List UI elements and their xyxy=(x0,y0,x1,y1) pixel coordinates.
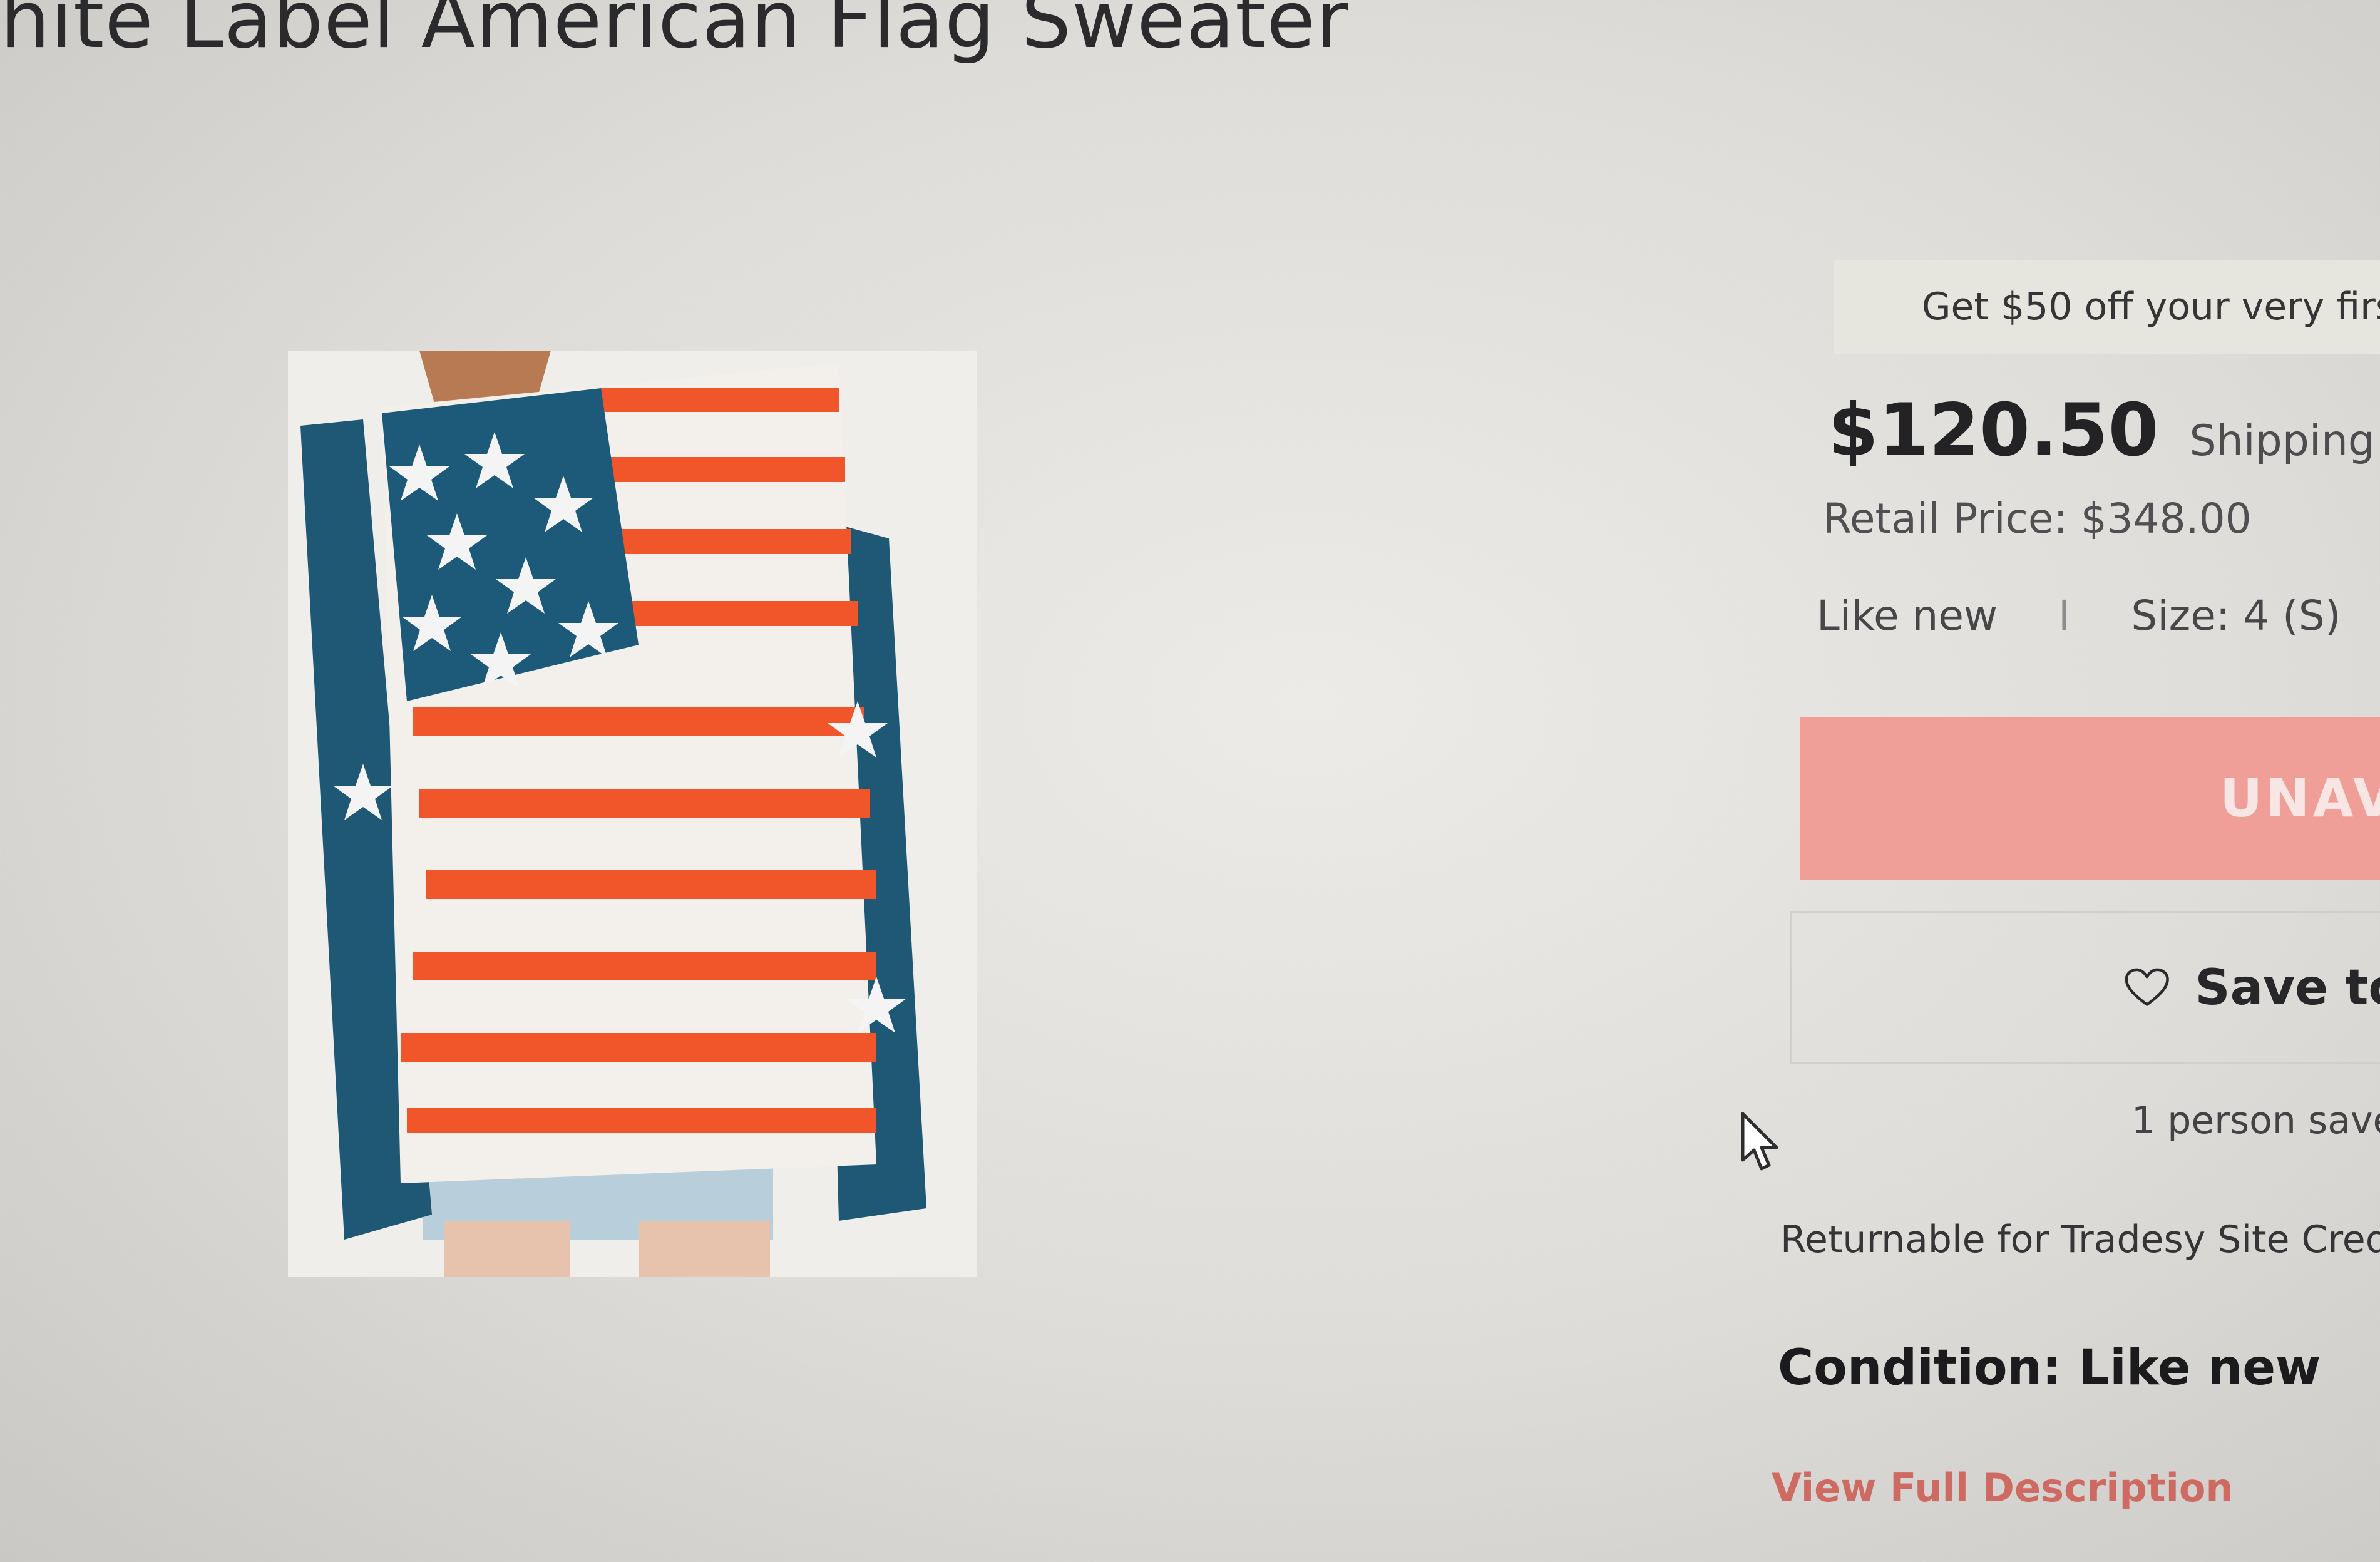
save-button-label: Save to xyxy=(2195,959,2380,1016)
price-row: $120.50 Shipping Inc xyxy=(1828,388,2380,473)
view-full-description-link[interactable]: View Full Description xyxy=(1772,1465,2234,1511)
saves-count: 1 person save xyxy=(2131,1099,2380,1143)
product-image[interactable] xyxy=(288,351,977,1277)
condition-size-row: Like new I Size: 4 (S) xyxy=(1817,592,2341,640)
sweater-photo xyxy=(288,351,977,1277)
size-label: Size: 4 (S) xyxy=(2131,592,2341,640)
product-title: hite Label American Flag Sweater xyxy=(0,0,1349,66)
price: $120.50 xyxy=(1828,388,2159,473)
purchase-panel: Get $50 off your very first p $120.50 Sh… xyxy=(1772,0,2380,1562)
retail-price: Retail Price: $348.00 xyxy=(1823,495,2252,543)
heart-icon xyxy=(2125,968,2169,1006)
shipping-note: Shipping Inc xyxy=(2189,416,2380,466)
promo-banner[interactable]: Get $50 off your very first p xyxy=(1834,260,2380,354)
unavailable-button[interactable]: UNAVA xyxy=(1800,717,2380,880)
return-policy: Returnable for Tradesy Site Cred xyxy=(1780,1218,2380,1261)
save-button[interactable]: Save to xyxy=(1790,911,2380,1064)
condition-label: Like new xyxy=(1817,592,1998,640)
mouse-cursor-icon xyxy=(1741,1112,1778,1171)
separator: I xyxy=(2058,592,2071,640)
condition-heading: Condition: Like new xyxy=(1778,1340,2321,1396)
